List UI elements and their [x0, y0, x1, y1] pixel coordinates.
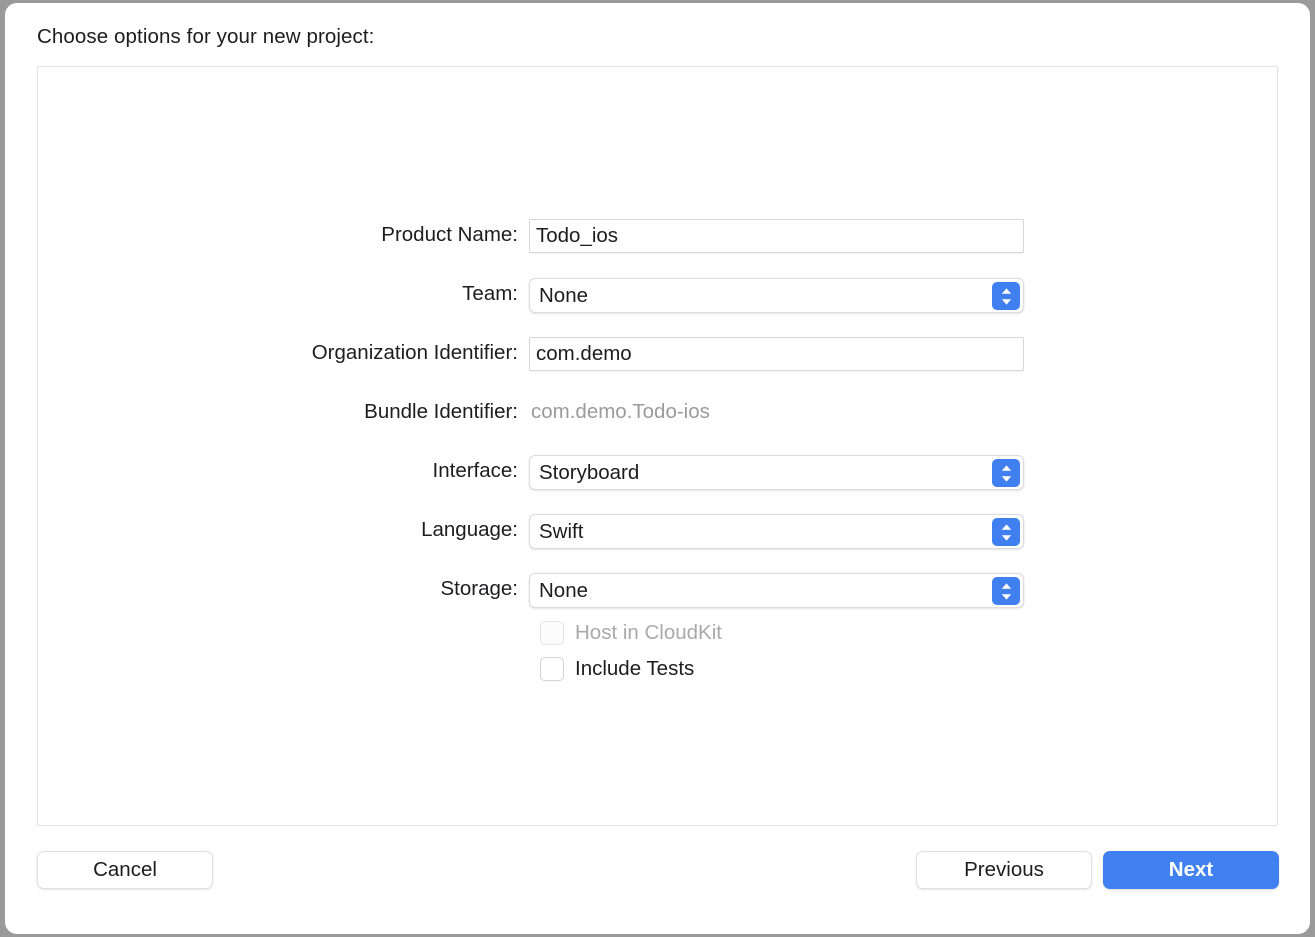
team-control: None: [529, 278, 1024, 313]
language-control: Swift: [529, 514, 1024, 549]
form-row-product-name: Product Name:: [38, 219, 1277, 278]
interface-control: Storyboard: [529, 455, 1024, 490]
team-label: Team:: [38, 278, 529, 310]
options-panel: Product Name:Team:NoneOrganization Ident…: [37, 66, 1278, 826]
previous-button[interactable]: Previous: [916, 851, 1092, 889]
storage-control: None: [529, 573, 1024, 608]
product-name-control: [529, 219, 1024, 253]
include-tests-checkbox[interactable]: [540, 657, 564, 681]
form-row-bundle-identifier: Bundle Identifier:com.demo.Todo-ios: [38, 396, 1277, 455]
interface-select[interactable]: Storyboard: [529, 455, 1024, 490]
new-project-options-window: Choose options for your new project: Pro…: [5, 3, 1310, 934]
language-label: Language:: [38, 514, 529, 546]
interface-selected-value: Storyboard: [530, 457, 639, 489]
language-select[interactable]: Swift: [529, 514, 1024, 549]
form-row-language: Language:Swift: [38, 514, 1277, 573]
team-select[interactable]: None: [529, 278, 1024, 313]
form-row-interface: Interface:Storyboard: [38, 455, 1277, 514]
project-options-checkboxes: Host in CloudKit Include Tests: [38, 615, 1277, 687]
team-selected-value: None: [530, 280, 588, 312]
include-tests-label: Include Tests: [575, 655, 694, 683]
chevron-up-down-icon[interactable]: [992, 518, 1020, 546]
storage-select[interactable]: None: [529, 573, 1024, 608]
checkbox-row-host-in-cloudkit: Host in CloudKit: [38, 615, 1277, 651]
bundle-identifier-label: Bundle Identifier:: [38, 396, 529, 428]
chevron-up-down-icon[interactable]: [992, 282, 1020, 310]
storage-selected-value: None: [530, 575, 588, 607]
checkbox-row-include-tests[interactable]: Include Tests: [38, 651, 1277, 687]
bundle-identifier-control: com.demo.Todo-ios: [529, 396, 1024, 428]
page-title: Choose options for your new project:: [37, 25, 374, 49]
project-options-form: Product Name:Team:NoneOrganization Ident…: [38, 219, 1277, 632]
chevron-up-down-icon[interactable]: [992, 577, 1020, 605]
host-in-cloudkit-checkbox: [540, 621, 564, 645]
product-name-input[interactable]: [529, 219, 1024, 253]
bundle-identifier-value: com.demo.Todo-ios: [529, 396, 1024, 428]
product-name-label: Product Name:: [38, 219, 529, 251]
host-in-cloudkit-label: Host in CloudKit: [575, 619, 722, 647]
organization-identifier-label: Organization Identifier:: [38, 337, 529, 369]
language-selected-value: Swift: [530, 516, 583, 548]
organization-identifier-input[interactable]: [529, 337, 1024, 371]
next-button[interactable]: Next: [1103, 851, 1279, 889]
dialog-footer: Cancel Previous Next: [5, 851, 1310, 901]
cancel-button[interactable]: Cancel: [37, 851, 213, 889]
form-row-organization-identifier: Organization Identifier:: [38, 337, 1277, 396]
form-row-team: Team:None: [38, 278, 1277, 337]
interface-label: Interface:: [38, 455, 529, 487]
chevron-up-down-icon[interactable]: [992, 459, 1020, 487]
organization-identifier-control: [529, 337, 1024, 371]
storage-label: Storage:: [38, 573, 529, 605]
